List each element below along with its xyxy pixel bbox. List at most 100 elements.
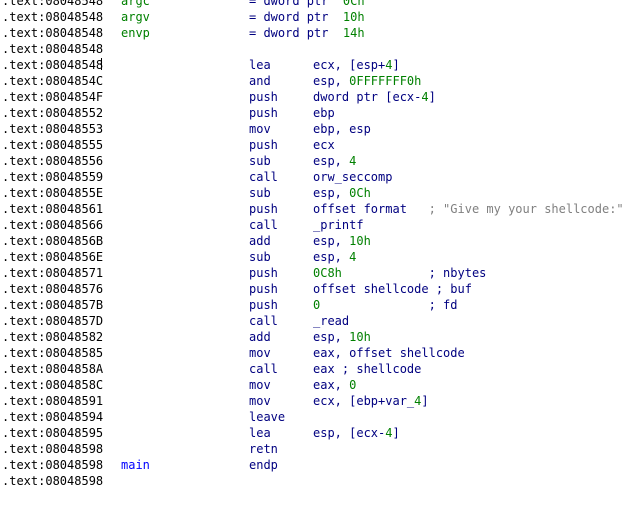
operand-number: 14h: [342, 26, 365, 40]
address-label: .text:0804858A: [2, 362, 104, 376]
listing-line[interactable]: .text:08048576 push offset shellcode ; buf: [0, 281, 627, 297]
instruction-mnemonic: mov: [249, 394, 271, 408]
operand-text: ; fd: [320, 298, 458, 312]
listing-line[interactable]: .text:08048548 lea ecx, [esp+4]: [0, 57, 627, 73]
address-label: .text:08048591: [2, 394, 104, 408]
operand-text: ecx, [esp+: [313, 58, 386, 72]
listing-line[interactable]: .text:08048591 mov ecx, [ebp+var_4]: [0, 393, 627, 409]
instruction-mnemonic: call: [249, 362, 278, 376]
listing-line[interactable]: .text:08048598: [0, 473, 627, 489]
operand-number: 10h: [342, 10, 365, 24]
operand-number: 10h: [349, 234, 371, 248]
listing-line[interactable]: .text:08048598 main endp: [0, 457, 627, 473]
listing-line[interactable]: .text:08048555 push ecx: [0, 137, 627, 153]
operand-text: ecx: [313, 138, 335, 152]
listing-line[interactable]: .text:08048582 add esp, 10h: [0, 329, 627, 345]
instruction-mnemonic: push: [249, 138, 278, 152]
instruction-mnemonic: push: [249, 202, 278, 216]
operand-number: 0C8h: [313, 266, 342, 280]
instruction-mnemonic: retn: [249, 442, 278, 456]
operand-text: offset shellcode ; buf: [313, 282, 472, 296]
listing-line[interactable]: .text:08048559 call orw_seccomp: [0, 169, 627, 185]
instruction-mnemonic: call: [249, 314, 278, 328]
address-label: .text:08048548: [2, 10, 104, 24]
listing-line[interactable]: .text:08048553 mov ebp, esp: [0, 121, 627, 137]
address-label: .text:0804856E: [2, 250, 104, 264]
operand-comment: ; "Give my your shellcode:": [428, 202, 624, 216]
listing-line[interactable]: .text:0804858A call eax ; shellcode: [0, 361, 627, 377]
instruction-operands: = dword ptr 10h: [249, 9, 365, 25]
listing-line[interactable]: .text:08048566 call _printf: [0, 217, 627, 233]
operand-number: 0FFFFFFF0h: [349, 74, 422, 88]
listing-line[interactable]: .text:08048548 argc = dword ptr 0Ch: [0, 0, 627, 9]
listing-line[interactable]: .text:08048598 retn: [0, 441, 627, 457]
listing-line[interactable]: .text:08048571 push 0C8h ; nbytes: [0, 265, 627, 281]
listing-line[interactable]: .text:08048548: [0, 41, 627, 57]
operand-number: 10h: [349, 330, 371, 344]
operand-number: 4: [349, 250, 357, 264]
listing-line[interactable]: .text:08048548 argv = dword ptr 10h: [0, 9, 627, 25]
address-label: .text:0804856B: [2, 234, 104, 248]
instruction-operands: orw_seccomp: [313, 169, 392, 185]
instruction-operands: = dword ptr 0Ch: [249, 0, 365, 9]
instruction-operands: esp, 10h: [313, 233, 371, 249]
instruction-mnemonic: push: [249, 90, 278, 104]
address-label: .text:0804854F: [2, 90, 104, 104]
instruction-mnemonic: mov: [249, 378, 271, 392]
operand-text: esp,: [313, 74, 350, 88]
symbol-name[interactable]: main: [121, 457, 150, 473]
listing-line[interactable]: .text:0804855E sub esp, 0Ch: [0, 185, 627, 201]
operand-text: orw_seccomp: [313, 170, 393, 184]
instruction-operands: esp, 10h: [313, 329, 371, 345]
address-label: .text:08048556: [2, 154, 104, 168]
address-label: .text:08048582: [2, 330, 104, 344]
operand-text: _read: [313, 314, 350, 328]
instruction-mnemonic: push: [249, 298, 278, 312]
listing-line[interactable]: .text:08048585 mov eax, offset shellcode: [0, 345, 627, 361]
instruction-operands: offset format ; "Give my your shellcode:…: [313, 201, 624, 217]
operand-text: esp,: [313, 250, 350, 264]
operand-text: ]: [421, 394, 429, 408]
address-label: .text:0804857D: [2, 314, 104, 328]
listing-line[interactable]: .text:0804856B add esp, 10h: [0, 233, 627, 249]
operand-text: ]: [392, 426, 400, 440]
disassembly-listing[interactable]: .text:08048548 argc = dword ptr 0Ch .text:0…: [0, 0, 627, 489]
listing-line[interactable]: .text:08048561 push offset format ; "Give …: [0, 201, 627, 217]
instruction-operands: 0C8h ; nbytes: [313, 265, 486, 281]
address-label: .text:08048595: [2, 426, 104, 440]
operand-text: ebp, esp: [313, 122, 371, 136]
instruction-mnemonic: sub: [249, 186, 271, 200]
listing-line[interactable]: .text:08048595 lea esp, [ecx-4]: [0, 425, 627, 441]
address-label: .text:08048576: [2, 282, 104, 296]
address-label: .text:08048559: [2, 170, 104, 184]
operand-text: ]: [428, 90, 436, 104]
symbol-name[interactable]: argc: [121, 0, 150, 9]
listing-line[interactable]: .text:08048556 sub esp, 4: [0, 153, 627, 169]
instruction-operands: esp, 4: [313, 153, 356, 169]
instruction-mnemonic: mov: [249, 122, 271, 136]
operand-text: eax ; shellcode: [313, 362, 422, 376]
listing-line[interactable]: .text:0804854F push dword ptr [ecx-4]: [0, 89, 627, 105]
symbol-name[interactable]: argv: [121, 9, 150, 25]
listing-line[interactable]: .text:0804854C and esp, 0FFFFFFF0h: [0, 73, 627, 89]
listing-line[interactable]: .text:08048594 leave: [0, 409, 627, 425]
address-label: .text:0804855E: [2, 186, 104, 200]
listing-line[interactable]: .text:0804857D call _read: [0, 313, 627, 329]
instruction-operands: = dword ptr 14h: [249, 25, 365, 41]
address-label: .text:08048548: [2, 0, 104, 8]
instruction-operands: offset shellcode ; buf: [313, 281, 472, 297]
listing-line[interactable]: .text:0804857B push 0 ; fd: [0, 297, 627, 313]
address-label: .text:08048598: [2, 458, 104, 472]
address-label: .text:08048566: [2, 218, 104, 232]
symbol-name[interactable]: envp: [121, 25, 150, 41]
operand-text: ebp: [313, 106, 335, 120]
listing-line[interactable]: .text:0804858C mov eax, 0: [0, 377, 627, 393]
listing-line[interactable]: .text:08048552 push ebp: [0, 105, 627, 121]
listing-line[interactable]: .text:0804856E sub esp, 4: [0, 249, 627, 265]
instruction-mnemonic: push: [249, 266, 278, 280]
instruction-operands: ecx, [esp+4]: [313, 57, 400, 73]
listing-line[interactable]: .text:08048548 envp = dword ptr 14h: [0, 25, 627, 41]
instruction-mnemonic: and: [249, 74, 271, 88]
address-label: .text:08048548: [2, 58, 104, 72]
instruction-operands: _printf: [313, 217, 364, 233]
